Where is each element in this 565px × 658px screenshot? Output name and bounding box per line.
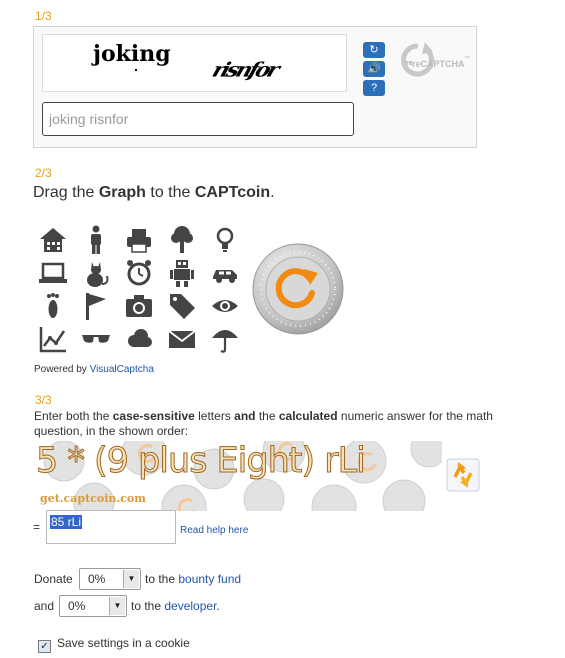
math-answer-value: 85 rLi — [50, 515, 83, 529]
envelope-icon[interactable] — [167, 324, 197, 354]
tag-icon[interactable] — [167, 291, 197, 321]
sunglasses-icon[interactable] — [81, 324, 111, 354]
visualcaptcha-link[interactable]: VisualCaptcha — [90, 364, 154, 375]
donate-bounty-target: to the bounty fund — [145, 572, 241, 586]
donate-bounty-select[interactable]: 0% ▼ — [79, 568, 141, 590]
tree-icon[interactable] — [167, 225, 197, 255]
donate-developer-select[interactable]: 0% ▼ — [59, 595, 127, 617]
donate-to-text-2: to the — [131, 599, 165, 613]
math-instruction: Enter both the case-sensitive letters an… — [34, 409, 524, 439]
car-icon[interactable] — [210, 258, 240, 288]
audio-icon[interactable]: 🔊 — [363, 61, 385, 77]
read-help-link[interactable]: Read help here — [180, 525, 248, 536]
donate-to-text-1: to the — [145, 572, 179, 586]
recaptcha-logo: re reCAPTCHA ™ — [398, 40, 474, 84]
recaptcha-image: joking risnfor — [42, 34, 347, 92]
math-answer-input[interactable]: 85 rLi — [46, 510, 176, 544]
donate-developer-value: 0% — [68, 599, 86, 613]
powered-by-text: Powered by — [34, 364, 90, 375]
cloud-icon[interactable] — [124, 324, 154, 354]
powered-by: Powered by VisualCaptcha — [34, 364, 154, 375]
robot-icon[interactable] — [167, 258, 197, 288]
donate-end-period: . — [216, 599, 220, 613]
math-instruction-mid-1: letters — [194, 409, 235, 423]
step-2-label: 2/3 — [35, 166, 52, 180]
alarm-clock-icon[interactable] — [124, 258, 154, 288]
developer-link[interactable]: developer — [164, 599, 216, 613]
eye-icon[interactable] — [210, 291, 240, 321]
donate-bounty-value: 0% — [88, 572, 106, 586]
step-3-label: 3/3 — [35, 393, 52, 407]
instruction-text-mid: to the — [145, 184, 195, 201]
person-icon[interactable] — [81, 225, 111, 255]
math-instruction-mid-2: the — [255, 409, 279, 423]
help-icon[interactable]: ? — [363, 80, 385, 96]
printer-icon[interactable] — [124, 225, 154, 255]
refresh-arrows-icon — [446, 458, 480, 492]
donate-bounty-row: Donate — [34, 572, 73, 586]
recaptcha-controls: ↻ 🔊 ? — [363, 42, 385, 99]
math-captcha-text: 5 * (9 plus Eight) rLi — [36, 441, 367, 482]
laptop-icon[interactable] — [38, 258, 68, 288]
lightbulb-icon[interactable] — [210, 225, 240, 255]
cat-icon[interactable] — [81, 258, 111, 288]
recaptcha-word-2: risnfor — [209, 58, 280, 82]
and-label: and — [34, 599, 55, 613]
step-1-label: 1/3 — [35, 9, 52, 23]
math-instruction-bold-1: case-sensitive — [112, 409, 195, 423]
donate-label: Donate — [34, 572, 73, 586]
instruction-target-item: Graph — [98, 184, 146, 201]
save-cookie-checkbox[interactable]: ✓ — [38, 640, 51, 653]
recaptcha-widget: joking risnfor ↻ 🔊 ? re reCAPTCHA ™ — [33, 26, 477, 148]
recaptcha-word-1: joking — [93, 41, 171, 67]
donate-developer-row: and — [34, 599, 54, 613]
save-cookie-label: Save settings in a cookie — [57, 636, 190, 650]
captcoin-drop-target[interactable] — [252, 243, 344, 335]
math-instruction-pre: Enter both the — [34, 409, 113, 423]
save-cookie-option: ✓ Save settings in a cookie — [38, 636, 190, 653]
recaptcha-logo-text: reCAPTCHA — [412, 59, 465, 69]
instruction-text-pre: Drag the — [33, 184, 99, 201]
flag-icon[interactable] — [81, 291, 111, 321]
refresh-icon[interactable]: ↻ — [363, 42, 385, 58]
instruction-target-coin: CAPTcoin — [194, 184, 271, 201]
graph-icon[interactable] — [38, 324, 68, 354]
math-instruction-bold-3: calculated — [278, 409, 338, 423]
home-icon[interactable] — [38, 225, 68, 255]
donate-developer-target: to the developer. — [131, 599, 220, 613]
umbrella-icon[interactable] — [210, 324, 240, 354]
instruction-text-post: . — [270, 184, 275, 201]
recaptcha-logo-tm: ™ — [464, 56, 470, 62]
footprint-icon[interactable] — [38, 291, 68, 321]
drag-instruction: Drag the Graph to the CAPTcoin. — [33, 184, 275, 202]
camera-icon[interactable] — [124, 291, 154, 321]
bounty-fund-link[interactable]: bounty fund — [178, 572, 241, 586]
chevron-down-icon: ▼ — [109, 597, 125, 615]
recaptcha-response-input[interactable] — [42, 102, 354, 136]
math-instruction-bold-2: and — [234, 409, 256, 423]
captcoin-watermark: get.captcoin.com — [40, 492, 146, 505]
captcoin-icon — [252, 243, 344, 335]
chevron-down-icon: ▼ — [123, 570, 139, 588]
equals-sign: = — [33, 520, 41, 534]
recaptcha-dot — [135, 69, 137, 71]
refresh-math-captcha-button[interactable] — [446, 458, 480, 492]
math-captcha-image: 5 * (9 plus Eight) rLi get.captcoin.com — [34, 441, 442, 511]
